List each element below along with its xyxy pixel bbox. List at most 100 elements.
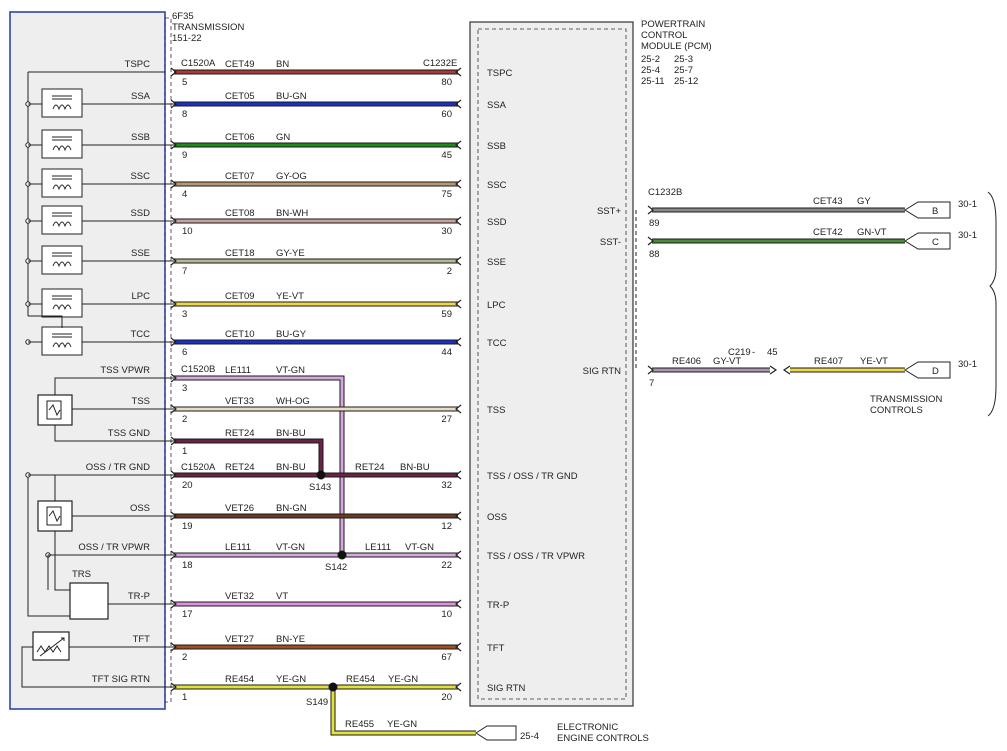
pcm-right-pin: 89 [649,218,660,229]
transmission-pin: 10 [182,226,193,237]
circuit-number: LE111 [225,365,251,376]
dest-connector-letter: D [932,366,939,377]
dest-page-ref: 30-1 [958,230,977,241]
branch-color-label: YE-GN [387,719,417,730]
wire-color-label: YE-VT [276,291,304,302]
circuit-number: LE111 [225,542,251,553]
pcm-right-label: SIG RTN [583,366,621,377]
left-signal-label: TCC [130,329,150,340]
wire-color-label: BN-BU [276,462,306,473]
left-signal-label: TSPC [125,59,150,70]
left-signal-label: SSD [130,208,150,219]
solenoid-icon [41,88,83,118]
circuit-number: RET24 [225,462,255,473]
right-pin-glyph [455,67,462,77]
solenoid-icon [41,205,83,235]
pcm-signal-label: TR-P [487,600,509,611]
pcm-right-label: SST- [600,237,621,248]
pcm-signal-label: SSE [487,257,506,268]
wire-color-label: VT-GN [276,365,305,376]
circuit-number: CET09 [225,291,255,302]
wire-color-label: BN-YE [276,634,305,645]
pcm-pin: 2 [447,266,452,277]
left-signal-label: OSS / TR VPWR [78,542,150,553]
circuit-number: VET33 [225,396,254,407]
left-signal-label: SSE [131,248,150,259]
wire-color-label: WH-OG [276,396,310,407]
pcm-pin: 12 [441,521,452,532]
wire-color-label: BN-BU [276,428,306,439]
transmission-pin: 1 [182,692,187,703]
circuit-number: CET07 [225,171,255,182]
right-circuit-number: LE111 [365,542,391,553]
connector-c1232e: C1232E [423,58,457,69]
pcm-pin: 10 [441,609,452,620]
dest-page-ref: 30-1 [958,359,977,370]
pcm-signal-label: TSPC [487,68,512,79]
right-wire-color: GN-VT [857,227,887,238]
left-signal-label: TSS [132,396,150,407]
left-signal-label: TFT SIG RTN [92,674,150,685]
wire-color-label: BN-WH [276,208,308,219]
circuit-number: CET49 [225,59,255,70]
right-pin-glyph [455,99,462,109]
right-pin-glyph [455,179,462,189]
right-pin-glyph [455,682,462,692]
transmission-pin: 4 [182,189,187,200]
splice-s149-label: S149 [306,697,328,708]
bracket-brace [987,191,997,417]
right-wire-color-label: YE-GN [388,674,418,685]
pcm-right-pin: 88 [649,249,660,260]
pcm-signal-label: TSS / OSS / TR GND [487,471,578,482]
dest-connector [904,232,951,250]
pcm-page-ref: 25-11 [641,76,665,87]
pcm-page-ref: 25-3 [674,54,693,65]
pcm-right-pin: 7 [649,378,654,389]
circuit-number: RET24 [225,428,255,439]
splice-s143-label: S143 [309,482,331,493]
pcm-page-ref: 25-4 [641,65,660,76]
wire-color-label: VT-GN [276,542,305,553]
pcm-pin: 59 [441,309,452,320]
branch-circuit-label: RE455 [345,719,374,730]
left-signal-label: SSC [130,171,150,182]
right-pin-glyph [455,511,462,521]
dest-connector-letter: B [932,206,938,217]
inline-connector-glyph [769,365,791,375]
circuit-number: CET08 [225,208,255,219]
pcm-pin: 32 [441,480,452,491]
right-pin-glyph [455,470,462,480]
left-signal-label: TSS VPWR [100,365,150,376]
pcm-signal-label: SIG RTN [487,683,525,694]
splice-s149 [328,682,338,692]
trs-label: TRS [72,569,91,580]
right-circuit-number: CET43 [813,196,843,207]
connector-c219-dash: - [752,347,755,358]
left-signal-label: TSS GND [108,428,150,439]
circuit-number: CET10 [225,329,255,340]
circuit-number: VET27 [225,634,254,645]
dest-connector [904,201,951,219]
pcm-signal-label: SSB [487,141,506,152]
circuit-number: CET05 [225,91,255,102]
pcm-signal-label: OSS [487,512,507,523]
wire-color-label: BU-GN [276,91,307,102]
pcm-pin: 60 [441,109,452,120]
left-signal-label: OSS / TR GND [86,462,150,473]
wire-color-label: GY-OG [276,171,307,182]
right-circuit-number: RET24 [355,462,385,473]
circuit-number: VET26 [225,503,254,514]
transmission-pin: 7 [182,266,187,277]
pcm-signal-label: SSC [487,180,507,191]
transmission-pin: 19 [182,521,193,532]
right-pin-glyph [455,299,462,309]
transmission-title-1: 6F35 [172,11,194,22]
right-pin-glyph [455,140,462,150]
connector-c1520a-mid: C1520A [181,462,216,473]
pcm-pin: 27 [441,414,452,425]
pcm-title-1: POWERTRAIN [641,19,705,30]
engine-controls-connector [475,725,517,741]
wire-color-label: VT [276,591,288,602]
transmission-pin: 1 [182,446,187,457]
transmission-pin: 18 [182,560,193,571]
